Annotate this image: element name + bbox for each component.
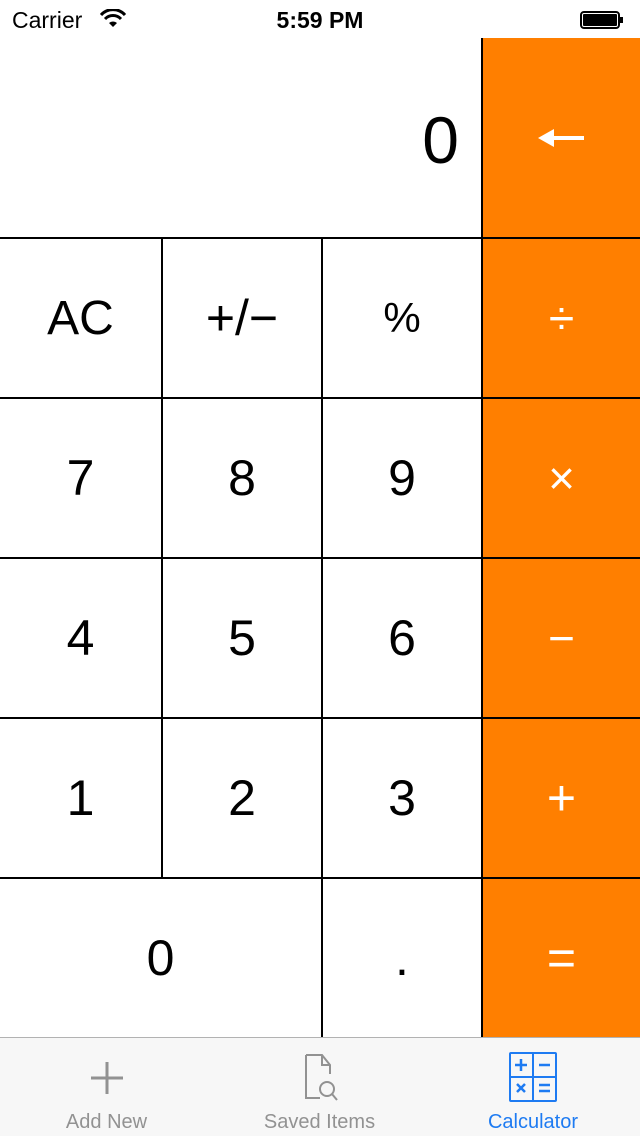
digit-1-button[interactable]: 1: [0, 719, 161, 877]
subtract-button[interactable]: −: [483, 559, 640, 717]
calculator-icon: [509, 1052, 557, 1102]
backspace-button[interactable]: [483, 38, 640, 237]
grid-divider: [161, 237, 163, 877]
digit-7-button[interactable]: 7: [0, 399, 161, 557]
tab-bar: Add New Saved Items Calculator: [0, 1037, 640, 1136]
add-button[interactable]: +: [483, 719, 640, 877]
percent-button[interactable]: %: [323, 239, 481, 397]
grid-divider: [0, 877, 640, 879]
tab-saved-items[interactable]: Saved Items: [213, 1038, 426, 1137]
digit-4-button[interactable]: 4: [0, 559, 161, 717]
tab-label: Calculator: [487, 1111, 579, 1133]
plus-minus-button[interactable]: +/−: [163, 239, 321, 397]
decimal-button[interactable]: .: [323, 879, 481, 1037]
grid-divider: [0, 237, 640, 239]
digit-9-button[interactable]: 9: [323, 399, 481, 557]
multiply-button[interactable]: ×: [483, 399, 640, 557]
digit-3-button[interactable]: 3: [323, 719, 481, 877]
grid-divider: [0, 397, 640, 399]
divide-button[interactable]: ÷: [483, 239, 640, 397]
all-clear-button[interactable]: AC: [0, 239, 161, 397]
digit-0-button[interactable]: 0: [0, 879, 321, 1037]
grid-divider: [0, 717, 640, 719]
calculator-display: 0: [0, 38, 481, 237]
grid-divider: [0, 557, 640, 559]
digit-2-button[interactable]: 2: [163, 719, 321, 877]
tab-add-new[interactable]: Add New: [0, 1038, 213, 1137]
status-bar: Carrier 5:59 PM: [0, 0, 640, 38]
tab-label: Add New: [65, 1111, 148, 1133]
battery-full-icon: [580, 11, 623, 29]
display-value: 0: [422, 103, 459, 177]
tab-calculator[interactable]: Calculator: [426, 1038, 640, 1137]
equals-button[interactable]: =: [483, 879, 640, 1037]
grid-divider: [481, 38, 483, 1037]
digit-5-button[interactable]: 5: [163, 559, 321, 717]
plus-icon: [90, 1062, 123, 1094]
document-search-icon: [304, 1054, 338, 1101]
digit-6-button[interactable]: 6: [323, 559, 481, 717]
status-time: 5:59 PM: [276, 7, 364, 33]
digit-8-button[interactable]: 8: [163, 399, 321, 557]
grid-divider: [321, 237, 323, 1037]
tab-label: Saved Items: [263, 1111, 376, 1133]
left-arrow-icon: [537, 128, 584, 147]
